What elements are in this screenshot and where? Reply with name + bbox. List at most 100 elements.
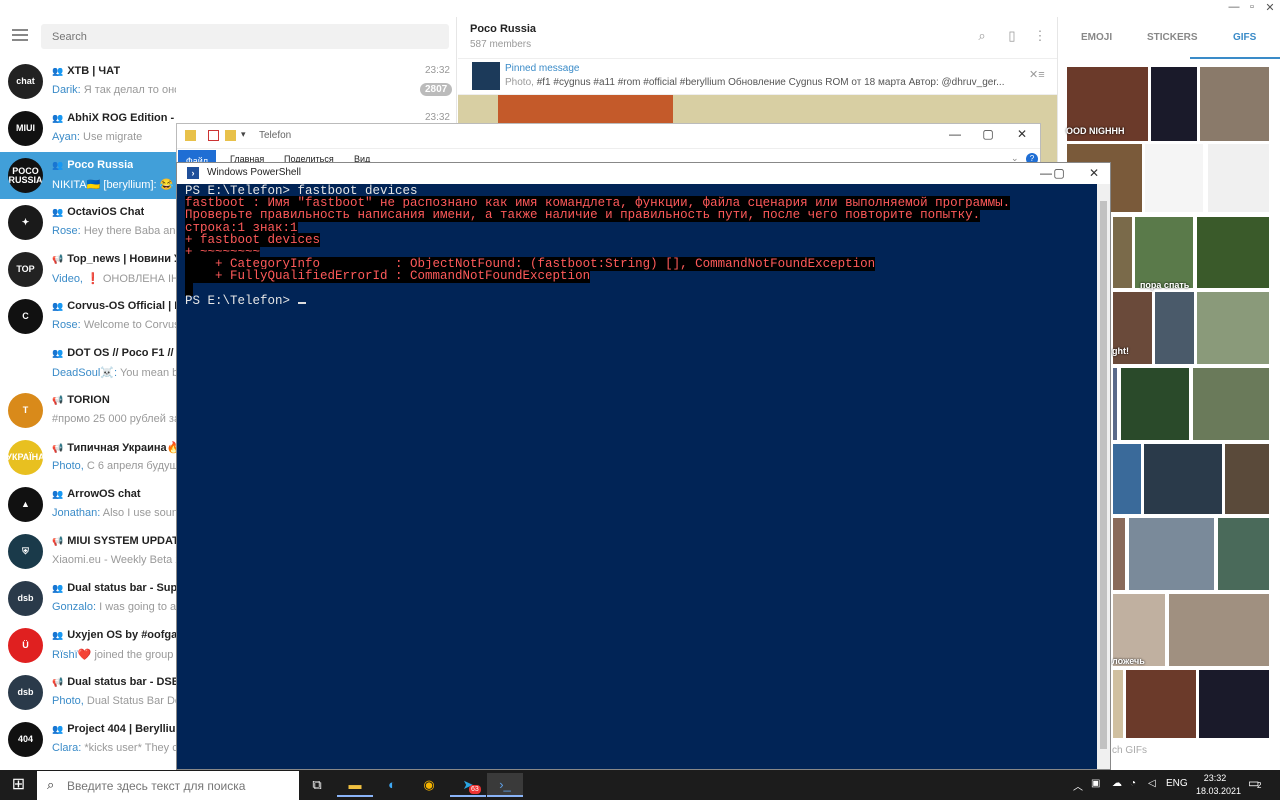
chat-name-text: Top_news | Новини Ук bbox=[67, 253, 176, 265]
gif-thumbnail[interactable] bbox=[1224, 443, 1270, 515]
explorer-close-button[interactable]: ✕ bbox=[1007, 127, 1037, 141]
sender: Gonzalo: bbox=[52, 601, 97, 613]
gif-thumbnail[interactable] bbox=[1143, 443, 1223, 515]
network-icon[interactable]: ◔ bbox=[1130, 778, 1136, 789]
avatar: T bbox=[8, 393, 43, 428]
gif-thumbnail[interactable] bbox=[1144, 143, 1204, 213]
maximize-button[interactable]: ▫ bbox=[1242, 1, 1262, 13]
chat-preview: Gonzalo: I was going to ask bbox=[52, 601, 176, 613]
gif-thumbnail[interactable] bbox=[1112, 216, 1133, 289]
gif-thumbnail[interactable] bbox=[1217, 517, 1270, 591]
clock-time[interactable]: 23:32 bbox=[1196, 773, 1234, 783]
gif-thumbnail[interactable] bbox=[1112, 367, 1118, 441]
gif-thumbnail[interactable] bbox=[1120, 367, 1190, 441]
preview-text: ❗ ОНОВЛЕНА ІНФО bbox=[86, 273, 176, 285]
gif-thumbnail[interactable] bbox=[1168, 593, 1270, 667]
file-explorer-icon[interactable]: ▬ bbox=[337, 773, 373, 797]
preview-text: joined the group bbox=[94, 649, 174, 661]
gif-thumbnail[interactable] bbox=[1112, 669, 1124, 739]
gif-thumbnail[interactable] bbox=[1199, 66, 1270, 142]
properties-icon[interactable] bbox=[208, 130, 219, 141]
console-output[interactable]: PS E:\Telefon> fastboot devices fastboot… bbox=[185, 185, 1011, 307]
chat-name: 📢 Dual status bar - DSB bbox=[52, 676, 176, 688]
group-icon: 👥 bbox=[52, 207, 64, 217]
gif-caption: OOD NIGHHH bbox=[1066, 126, 1125, 136]
gif-thumbnail[interactable] bbox=[1128, 517, 1215, 591]
folder-icon bbox=[185, 130, 196, 141]
chat-name: 👥 Project 404 | Beryllium bbox=[52, 723, 176, 735]
gif-thumbnail[interactable] bbox=[1125, 669, 1197, 739]
notifications-icon[interactable]: ▭ 2 bbox=[1248, 776, 1261, 790]
chat-preview: Rïshï❤️ joined the group bbox=[52, 648, 173, 661]
quick-access-dropdown-icon[interactable]: ▾ bbox=[241, 129, 246, 140]
gif-thumbnail[interactable] bbox=[1207, 143, 1270, 213]
tab-stickers[interactable]: STICKERS bbox=[1147, 32, 1198, 43]
chat-title[interactable]: Poco Russia bbox=[470, 23, 536, 35]
powershell-taskbar-icon[interactable]: ›_ bbox=[487, 773, 523, 797]
search-input[interactable] bbox=[41, 24, 449, 49]
pinned-title: Pinned message bbox=[505, 63, 580, 74]
pinned-content: #f1 #cygnus #a11 #rom #official #berylli… bbox=[536, 77, 1005, 88]
tray-app-icon[interactable]: ▣ bbox=[1091, 778, 1100, 789]
tray-expand-icon[interactable]: ︿ bbox=[1073, 778, 1083, 793]
telegram-icon[interactable]: ➤ 63 bbox=[450, 773, 486, 797]
pinned-message-bar[interactable]: Pinned message Photo, #f1 #cygnus #a11 #… bbox=[458, 59, 1057, 95]
gif-search-input[interactable]: ch GIFs bbox=[1112, 745, 1147, 756]
preview-text: С 6 апреля будущи bbox=[86, 460, 176, 472]
chat-preview: Darik: Я так делал то оно не удаляло твр… bbox=[52, 84, 176, 96]
menu-icon[interactable] bbox=[12, 29, 30, 43]
volume-icon[interactable]: ◁ bbox=[1148, 778, 1156, 789]
chat-preview: NIKITA🇺🇦 [beryllium]: 😂 S bbox=[52, 178, 176, 191]
new-folder-icon[interactable] bbox=[225, 130, 236, 141]
powershell-titlebar[interactable]: › Windows PowerShell — ▢ ✕ bbox=[177, 163, 1110, 184]
windows-start-icon[interactable]: ⊞ bbox=[0, 770, 37, 800]
avatar: Ü bbox=[8, 628, 43, 663]
clock-date[interactable]: 18.03.2021 bbox=[1196, 786, 1241, 796]
avatar: dsb bbox=[8, 581, 43, 616]
gif-thumbnail[interactable] bbox=[1198, 669, 1270, 739]
chrome-icon[interactable]: ◉ bbox=[411, 773, 447, 797]
gif-thumbnail[interactable] bbox=[1154, 291, 1195, 365]
gif-thumbnail[interactable] bbox=[1196, 216, 1270, 289]
taskbar-search-input[interactable] bbox=[37, 771, 299, 800]
chat-name: 👥 OctaviOS Chat bbox=[52, 206, 144, 218]
chat-item[interactable]: chat 👥XTB | ЧАТ Darik: Я так делал то оно … bbox=[0, 58, 457, 105]
preview-text: Я так делал то оно не удаляло тврп bbox=[83, 84, 176, 96]
scrollbar-thumb[interactable] bbox=[1100, 201, 1107, 749]
task-view-icon[interactable]: ⧉ bbox=[299, 773, 335, 797]
sidebar-toggle-icon[interactable]: ▯ bbox=[1003, 28, 1021, 46]
gif-thumbnail[interactable] bbox=[1150, 66, 1198, 142]
language-indicator[interactable]: ENG bbox=[1166, 778, 1188, 789]
gif-thumbnail[interactable] bbox=[1112, 443, 1142, 515]
minimize-button[interactable]: — bbox=[1224, 1, 1244, 13]
ps-maximize-button[interactable]: ▢ bbox=[1044, 166, 1074, 180]
unpin-icon[interactable]: ✕≡ bbox=[1029, 68, 1045, 81]
group-icon: 👥 bbox=[52, 724, 64, 734]
preview-text: Dual Status Bar Devic bbox=[86, 695, 176, 707]
onedrive-icon[interactable]: ☁ bbox=[1112, 778, 1122, 789]
powershell-icon: › bbox=[187, 167, 199, 179]
chat-name: 📢MIUI SYSTEM UPDATES bbox=[52, 535, 176, 547]
close-button[interactable]: ✕ bbox=[1260, 1, 1280, 14]
telegram-badge: 63 bbox=[469, 785, 481, 794]
more-icon[interactable]: ⋮ bbox=[1031, 28, 1049, 46]
gif-thumbnail[interactable] bbox=[1134, 216, 1194, 289]
search-icon[interactable]: ⌕ bbox=[973, 28, 991, 46]
chat-preview: Ayan: Use migrate bbox=[52, 131, 142, 143]
ps-close-button[interactable]: ✕ bbox=[1079, 166, 1109, 180]
avatar: MIUI bbox=[8, 111, 43, 146]
gif-thumbnail[interactable] bbox=[1192, 367, 1270, 441]
group-icon: 👥 bbox=[52, 301, 64, 311]
message-image[interactable] bbox=[498, 95, 673, 125]
gif-thumbnail[interactable] bbox=[1112, 517, 1126, 591]
explorer-maximize-button[interactable]: ▢ bbox=[973, 127, 1003, 141]
gif-thumbnail[interactable] bbox=[1196, 291, 1270, 365]
explorer-minimize-button[interactable]: — bbox=[940, 127, 970, 141]
chat-name: 👥 Poco Russia bbox=[52, 159, 133, 171]
group-icon: 👥 bbox=[52, 113, 64, 123]
tab-emoji[interactable]: EMOJI bbox=[1081, 32, 1112, 43]
chat-name: 👥 XTB | ЧАТ bbox=[52, 65, 120, 77]
tab-gifs[interactable]: GIFS bbox=[1233, 32, 1256, 43]
edge-icon[interactable]: ◐ bbox=[374, 773, 410, 797]
telegram-titlebar: — ▫ ✕ bbox=[0, 0, 1280, 17]
